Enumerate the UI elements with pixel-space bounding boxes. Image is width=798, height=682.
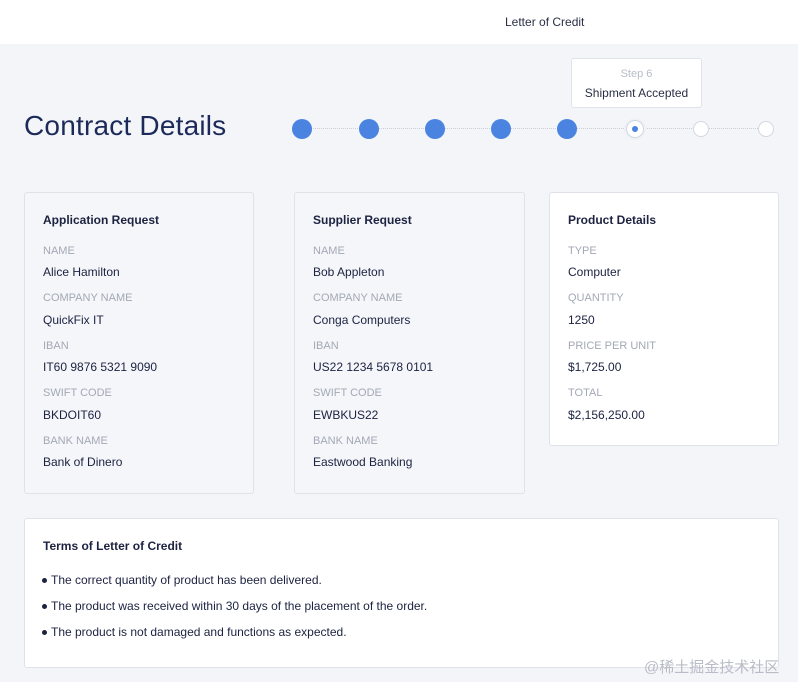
step-1[interactable]	[292, 119, 312, 139]
tooltip-step-label: Shipment Accepted	[584, 86, 689, 100]
step-4[interactable]	[491, 119, 511, 139]
top-bar: Letter of Credit	[0, 0, 798, 44]
field-value-iban: IT60 9876 5321 9090	[43, 360, 158, 374]
terms-item: The correct quantity of product has been…	[42, 573, 322, 587]
terms-item: The product was received within 30 days …	[41, 599, 428, 613]
field-label-bank: BANK NAME	[43, 435, 108, 447]
product-details-card: Product Details TYPE Computer QUANTITY 1…	[549, 192, 779, 446]
field-label-name: NAME	[313, 245, 345, 257]
field-label-type: TYPE	[568, 245, 597, 257]
field-value-swift: BKDOIT60	[43, 408, 102, 422]
step-8[interactable]	[758, 121, 774, 137]
field-label-name: NAME	[43, 245, 75, 257]
field-label-price: PRICE PER UNIT	[568, 340, 657, 352]
card-title: Application Request	[43, 213, 160, 227]
field-value-total: $2,156,250.00	[568, 408, 645, 422]
field-value-company: Conga Computers	[313, 313, 411, 327]
step-6-current[interactable]	[626, 120, 644, 138]
field-value-swift: EWBKUS22	[313, 408, 379, 422]
card-title: Supplier Request	[313, 213, 412, 227]
terms-card: Terms of Letter of Credit The correct qu…	[24, 518, 779, 668]
field-label-total: TOTAL	[568, 387, 603, 399]
step-3[interactable]	[425, 119, 445, 139]
field-value-quantity: 1250	[568, 313, 595, 327]
application-request-card: Application Request NAME Alice Hamilton …	[24, 192, 254, 494]
field-label-swift: SWIFT CODE	[313, 387, 382, 399]
terms-item: The product is not damaged and functions…	[42, 625, 347, 639]
field-value-company: QuickFix IT	[43, 313, 104, 327]
field-label-quantity: QUANTITY	[568, 292, 624, 304]
field-value-bank: Bank of Dinero	[43, 455, 123, 469]
watermark: @稀土掘金技术社区	[644, 659, 780, 676]
terms-title: Terms of Letter of Credit	[43, 539, 183, 553]
tooltip-step-number: Step 6	[620, 68, 653, 80]
field-value-iban: US22 1234 5678 0101	[313, 360, 434, 374]
current-step-dot	[632, 126, 638, 132]
app-title: Letter of Credit	[505, 15, 585, 29]
field-label-company: COMPANY NAME	[43, 292, 133, 304]
field-value-price: $1,725.00	[568, 360, 622, 374]
field-value-name: Alice Hamilton	[43, 265, 120, 279]
step-5[interactable]	[557, 119, 577, 139]
supplier-request-card: Supplier Request NAME Bob Appleton COMPA…	[294, 192, 525, 494]
field-value-name: Bob Appleton	[313, 265, 385, 279]
progress-stepper	[290, 116, 782, 142]
step-2[interactable]	[359, 119, 379, 139]
page-title: Contract Details	[24, 110, 227, 141]
field-label-iban: IBAN	[313, 340, 339, 352]
field-label-swift: SWIFT CODE	[43, 387, 112, 399]
step-7[interactable]	[693, 121, 709, 137]
field-label-bank: BANK NAME	[313, 435, 378, 447]
step-tooltip: Step 6 Shipment Accepted	[571, 58, 702, 108]
field-label-company: COMPANY NAME	[313, 292, 403, 304]
card-title: Product Details	[568, 213, 657, 227]
field-value-bank: Eastwood Banking	[313, 455, 413, 469]
field-label-iban: IBAN	[43, 340, 69, 352]
field-value-type: Computer	[568, 265, 621, 279]
